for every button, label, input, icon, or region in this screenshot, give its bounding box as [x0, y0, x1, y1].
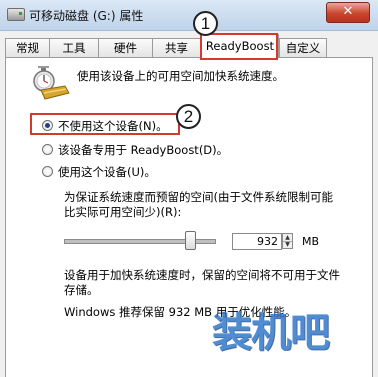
window-title: 可移动磁盘 (G:) 属性 — [29, 9, 144, 23]
tab-sharing[interactable]: 共享 — [152, 38, 201, 57]
option-label: 使用这个设备(U)。 — [58, 165, 156, 179]
reserve-size-input[interactable]: 932 — [232, 233, 282, 250]
note-line1: 设备用于加快系统速度时，保留的空间将不可用于文件 — [64, 268, 340, 282]
readyboost-stopwatch-icon — [33, 66, 70, 100]
reserve-space-label: 为保证系统速度而预留的空间(由于文件系统限制可能 比实际可用空间少)(R): — [64, 190, 333, 220]
note-line2: 存储。 — [64, 283, 99, 297]
readyboost-description: 使用该设备上的可用空间加快系统速度。 — [77, 69, 284, 83]
storage-note: 设备用于加快系统速度时，保留的空间将不可用于文件 存储。 — [64, 268, 340, 298]
radio-button[interactable] — [42, 166, 53, 177]
radio-button[interactable] — [42, 144, 53, 155]
tab-highlight-box — [200, 33, 278, 60]
reserve-slider-thumb[interactable] — [184, 231, 196, 250]
option-highlight-box — [30, 113, 180, 135]
reserve-size-spinner[interactable]: ▲ ▼ — [282, 233, 293, 249]
tab-tools[interactable]: 工具 — [49, 38, 99, 57]
option-label: 该设备专用于 ReadyBoost(D)。 — [58, 143, 229, 157]
callout-badge-1: 1 — [193, 11, 218, 36]
tab-customize[interactable]: 自定义 — [279, 38, 327, 57]
reserve-label-line1: 为保证系统速度而预留的空间(由于文件系统限制可能 — [64, 190, 333, 204]
tab-general[interactable]: 常规 — [5, 38, 50, 57]
reserve-unit: MB — [302, 235, 320, 248]
title-bar: 可移动磁盘 (G:) 属性 ✕ — [0, 0, 378, 31]
callout-badge-2: 2 — [176, 104, 201, 129]
reserve-label-line2: 比实际可用空间少)(R): — [64, 205, 182, 219]
site-watermark-logo: 装机吧 — [212, 310, 330, 356]
spin-down-arrow-icon[interactable]: ▼ — [283, 241, 292, 248]
close-button[interactable]: ✕ — [326, 2, 370, 23]
removable-drive-icon — [7, 8, 25, 21]
tab-hardware[interactable]: 硬件 — [98, 38, 153, 57]
